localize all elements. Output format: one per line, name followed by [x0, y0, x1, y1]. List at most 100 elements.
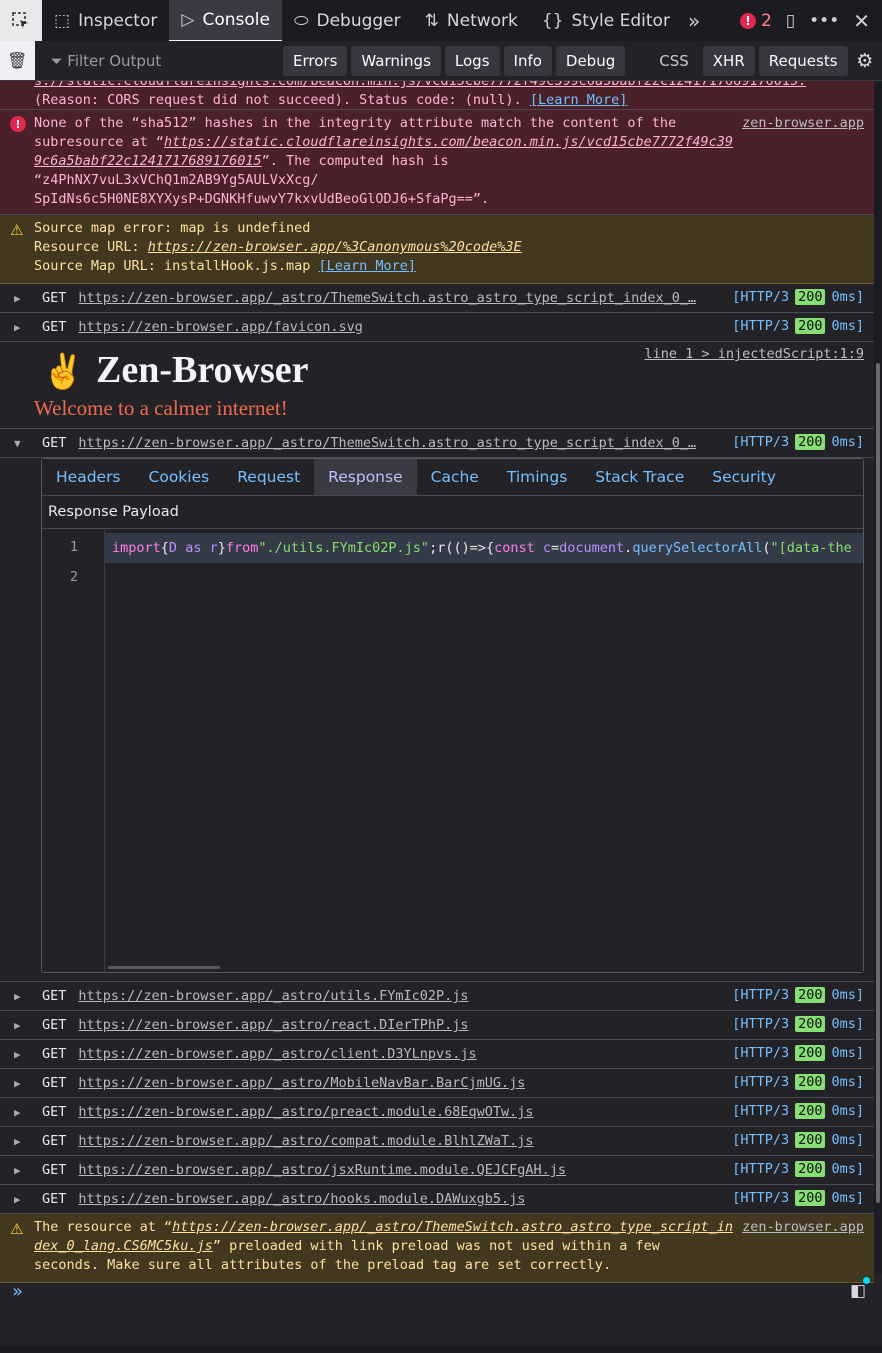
filter-logs-button[interactable]: Logs — [444, 45, 500, 76]
scrollbar-thumb[interactable] — [876, 363, 880, 1203]
request-time: 0ms] — [831, 318, 864, 334]
responsive-design-icon[interactable]: ▯ — [786, 11, 795, 31]
preload-line-2: seconds. Make sure all attributes of the… — [34, 1257, 612, 1273]
request-url[interactable]: https://zen-browser.app/_astro/MobileNav… — [78, 1075, 525, 1091]
tab-style-editor[interactable]: {} Style Editor — [530, 0, 682, 41]
more-options-icon[interactable]: ••• — [809, 11, 839, 31]
request-url[interactable]: https://zen-browser.app/_astro/hooks.mod… — [78, 1191, 525, 1207]
request-method: GET — [42, 1191, 67, 1207]
resource-url-link[interactable]: https://zen-browser.app/%3Canonymous%20c… — [148, 239, 522, 255]
network-icon: ⇅ — [424, 10, 439, 31]
network-request-row[interactable]: ▶ GET https://zen-browser.app/favicon.sv… — [0, 313, 874, 342]
network-request-row[interactable]: ▶ GET https://zen-browser.app/_astro/cli… — [0, 1040, 874, 1069]
console-settings-gear-icon[interactable]: ⚙ — [848, 50, 882, 72]
expand-arrow-icon[interactable]: ▶ — [14, 1077, 28, 1090]
request-meta: [HTTP/3 200 0ms] — [732, 1132, 864, 1148]
status-badge: 200 — [795, 1045, 826, 1061]
tab-cookies[interactable]: Cookies — [135, 459, 224, 495]
console-input-row[interactable]: » ◧ — [0, 1274, 874, 1308]
request-protocol: [HTTP/3 — [732, 1190, 790, 1206]
code-line-1[interactable]: import{D as r} from "./utils.FYmIc02P.js";… — [104, 533, 863, 563]
sidebar-toggle-icon[interactable]: ◧ — [850, 1277, 870, 1301]
network-request-row[interactable]: ▶ GET https://zen-browser.app/_astro/jsx… — [0, 1156, 874, 1185]
cors-url-fragment[interactable]: s://static.cloudflareinsights.com/beacon… — [34, 81, 806, 89]
tab-request[interactable]: Request — [223, 459, 314, 495]
learn-more-link[interactable]: [Learn More] — [318, 258, 416, 274]
code-token: ( — [762, 540, 771, 556]
close-icon[interactable]: ✕ — [853, 9, 870, 33]
injected-script-output: line 1 > injectedScript:1:9 ✌️ Zen-Brows… — [0, 342, 874, 429]
message-source-link[interactable]: zen-browser.app — [742, 1218, 864, 1237]
expand-arrow-icon[interactable]: ▶ — [14, 292, 28, 305]
request-url[interactable]: https://zen-browser.app/_astro/preact.mo… — [78, 1104, 533, 1120]
expand-arrow-icon[interactable]: ▶ — [14, 1019, 28, 1032]
error-count-button[interactable]: ! 2 — [739, 11, 772, 31]
prompt-chevron-icon: » — [12, 1280, 24, 1302]
tab-stack-trace[interactable]: Stack Trace — [581, 459, 698, 495]
learn-more-link[interactable]: [Learn More] — [530, 92, 628, 108]
expand-arrow-icon[interactable]: ▶ — [14, 1106, 28, 1119]
injected-script-location[interactable]: line 1 > injectedScript:1:9 — [645, 346, 864, 362]
clear-console-button[interactable]: 🗑 — [0, 41, 35, 80]
request-url[interactable]: https://zen-browser.app/favicon.svg — [78, 319, 362, 335]
expand-arrow-icon[interactable]: ▶ — [14, 1135, 28, 1148]
network-request-row[interactable]: ▶ GET https://zen-browser.app/_astro/pre… — [0, 1098, 874, 1127]
request-url[interactable]: https://zen-browser.app/_astro/client.D3… — [78, 1046, 476, 1062]
tab-console-label: Console — [202, 9, 270, 30]
more-tabs-chevron-icon[interactable]: » — [688, 9, 700, 33]
tab-debugger[interactable]: ⬭ Debugger — [282, 0, 413, 41]
filter-errors-button[interactable]: Errors — [283, 45, 348, 76]
error-icon: ! — [10, 116, 26, 132]
sourcemap-line-3: Source Map URL: installHook.js.map [Lear… — [34, 257, 862, 276]
network-request-row[interactable]: ▶ GET https://zen-browser.app/_astro/uti… — [0, 982, 874, 1011]
expand-arrow-icon[interactable]: ▶ — [14, 321, 28, 334]
tab-response[interactable]: Response — [314, 459, 417, 495]
request-method: GET — [42, 988, 67, 1004]
tab-network-label: Network — [446, 10, 518, 31]
tab-inspector[interactable]: ⬚ Inspector — [42, 0, 169, 41]
request-url[interactable]: https://zen-browser.app/_astro/react.DIe… — [78, 1017, 468, 1033]
network-request-row[interactable]: ▶ GET https://zen-browser.app/_astro/The… — [0, 284, 874, 313]
filter-warnings-button[interactable]: Warnings — [351, 45, 441, 76]
tab-timings[interactable]: Timings — [493, 459, 581, 495]
tab-cache[interactable]: Cache — [417, 459, 493, 495]
request-protocol: [HTTP/3 — [732, 434, 790, 450]
tab-console[interactable]: ▷ Console — [169, 0, 282, 42]
filter-css-button[interactable]: CSS — [649, 46, 699, 76]
filter-output-input[interactable]: ⏷ Filter Output — [35, 52, 280, 70]
tab-network[interactable]: ⇅ Network — [413, 0, 530, 41]
tab-headers[interactable]: Headers — [42, 459, 135, 495]
request-url[interactable]: https://zen-browser.app/_astro/jsxRuntim… — [78, 1162, 566, 1178]
network-request-row[interactable]: ▶ GET https://zen-browser.app/_astro/hoo… — [0, 1185, 874, 1214]
code-token: import — [112, 540, 161, 556]
request-url[interactable]: https://zen-browser.app/_astro/utils.FYm… — [78, 988, 468, 1004]
status-badge: 200 — [795, 289, 826, 305]
integrity-line-2: subresource at “https://static.cloudflar… — [34, 133, 734, 171]
horizontal-scrollbar[interactable] — [108, 966, 220, 969]
status-badge: 200 — [795, 1132, 826, 1148]
trash-icon: 🗑 — [7, 51, 28, 70]
filter-requests-button[interactable]: Requests — [758, 45, 848, 76]
network-request-row[interactable]: ▶ GET https://zen-browser.app/_astro/Mob… — [0, 1069, 874, 1098]
request-url[interactable]: https://zen-browser.app/_astro/compat.mo… — [78, 1133, 533, 1149]
integrity-hash-2: SpIdNs6c5H0NE8XYXysP+DGNKHfuwvY7kxvUdBeo… — [34, 191, 490, 207]
filter-xhr-button[interactable]: XHR — [702, 45, 755, 76]
sourcemap-line-2: Resource URL: https://zen-browser.app/%3… — [34, 238, 862, 257]
response-code-editor[interactable]: 1 2 import{D as r} from "./utils.FYmIc02P.… — [42, 529, 863, 972]
network-request-row[interactable]: ▶ GET https://zen-browser.app/_astro/rea… — [0, 1011, 874, 1040]
expand-arrow-icon[interactable]: ▶ — [14, 1048, 28, 1061]
element-picker-button[interactable] — [0, 0, 42, 41]
expand-arrow-icon[interactable]: ▶ — [14, 990, 28, 1003]
request-url[interactable]: https://zen-browser.app/_astro/ThemeSwit… — [78, 435, 696, 451]
filter-debug-button[interactable]: Debug — [555, 45, 626, 76]
expand-arrow-icon[interactable]: ▶ — [14, 1193, 28, 1206]
console-scrollbar[interactable] — [874, 81, 882, 1273]
network-request-row[interactable]: ▶ GET https://zen-browser.app/_astro/com… — [0, 1127, 874, 1156]
tab-security[interactable]: Security — [698, 459, 790, 495]
network-request-row-expanded[interactable]: ▼ GET https://zen-browser.app/_astro/The… — [0, 429, 874, 458]
request-url[interactable]: https://zen-browser.app/_astro/ThemeSwit… — [78, 290, 696, 306]
collapse-arrow-icon[interactable]: ▼ — [14, 437, 28, 450]
message-source-link[interactable]: zen-browser.app — [742, 114, 864, 133]
filter-info-button[interactable]: Info — [503, 45, 552, 76]
expand-arrow-icon[interactable]: ▶ — [14, 1164, 28, 1177]
